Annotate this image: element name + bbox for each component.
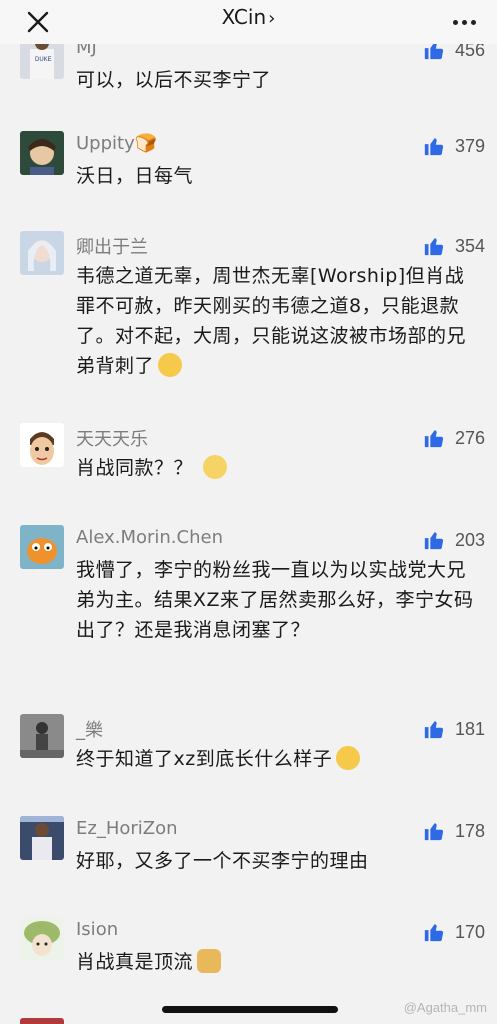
comment-text: 我懵了，李宁的粉丝我一直以为以实战党大兄弟为主。结果XZ来了居然卖那么好，李宁女…: [76, 559, 474, 641]
like-button[interactable]: 354: [423, 232, 485, 260]
avatar[interactable]: [20, 917, 64, 961]
like-button[interactable]: 170: [423, 918, 485, 946]
like-count: 178: [454, 820, 485, 841]
like-button[interactable]: 178: [423, 817, 485, 845]
shushing-face-emoji-icon: [158, 353, 183, 377]
thumbs-up-icon: [424, 721, 444, 739]
home-indicator[interactable]: [162, 1006, 338, 1013]
thumbs-up-icon: [424, 532, 444, 550]
thumbs-up-icon: [424, 924, 444, 942]
avatar[interactable]: [20, 131, 64, 175]
comment-text: 沃日，日每气: [76, 165, 194, 187]
like-count: 203: [454, 529, 485, 550]
svg-text:DUKE: DUKE: [35, 57, 52, 63]
comment-author[interactable]: Ision: [76, 919, 118, 940]
doge-emoji-icon: [197, 949, 222, 973]
like-button[interactable]: 276: [423, 424, 485, 452]
like-count: 181: [454, 718, 485, 739]
comment-text: 韦德之道无辜，周世杰无辜[Worship]但肖战罪不可赦，昨天刚买的韦德之道8，…: [76, 265, 467, 377]
comment-list: DUKE MJ 456 可以，以后不买李宁了 Uppity🍞 379 沃日，日每…: [0, 0, 497, 1024]
comment-author[interactable]: Alex.Morin.Chen: [76, 527, 223, 548]
thumbs-up-icon: [424, 138, 444, 156]
comment-text: 可以，以后不买李宁了: [76, 69, 272, 91]
avatar[interactable]: [20, 1018, 64, 1024]
more-options-icon[interactable]: [451, 10, 481, 30]
comment-author[interactable]: _樂: [76, 716, 103, 742]
unamused-face-emoji-icon: [336, 746, 361, 770]
weibo-watermark: @Agatha_mm: [403, 1000, 487, 1015]
page-title[interactable]: XCin ›: [0, 5, 497, 29]
thumbs-up-icon: [424, 430, 444, 448]
comment-author[interactable]: Uppity🍞: [76, 133, 157, 154]
like-count: 379: [454, 135, 485, 156]
comment-text: 肖战真是顶流: [76, 951, 194, 973]
like-count: 276: [454, 427, 485, 448]
thumbs-up-icon: [424, 823, 444, 841]
comment-author[interactable]: 天天天乐: [76, 425, 148, 451]
avatar[interactable]: [20, 423, 64, 467]
like-count: 170: [454, 921, 485, 942]
comment-text: 终于知道了xz到底长什么样子: [76, 748, 333, 770]
thumbs-up-icon: [424, 238, 444, 256]
page-title-text: XCin: [221, 5, 267, 29]
avatar[interactable]: [20, 525, 64, 569]
comment-author[interactable]: 卿出于兰: [76, 233, 148, 259]
chevron-right-icon: ›: [268, 8, 276, 29]
pleading-face-emoji-icon: [203, 455, 228, 479]
comment-author[interactable]: Ez_HoriZon: [76, 818, 178, 839]
avatar[interactable]: [20, 231, 64, 275]
comment-text: 好耶，又多了一个不买李宁的理由: [76, 850, 369, 872]
avatar[interactable]: [20, 714, 64, 758]
comment-text: 肖战同款？？: [76, 457, 194, 479]
like-button[interactable]: 203: [423, 526, 485, 554]
top-navigation-bar: XCin ›: [0, 0, 497, 44]
avatar[interactable]: [20, 816, 64, 860]
like-count: 354: [454, 235, 485, 256]
like-button[interactable]: 379: [423, 132, 485, 160]
like-button[interactable]: 181: [423, 715, 485, 743]
